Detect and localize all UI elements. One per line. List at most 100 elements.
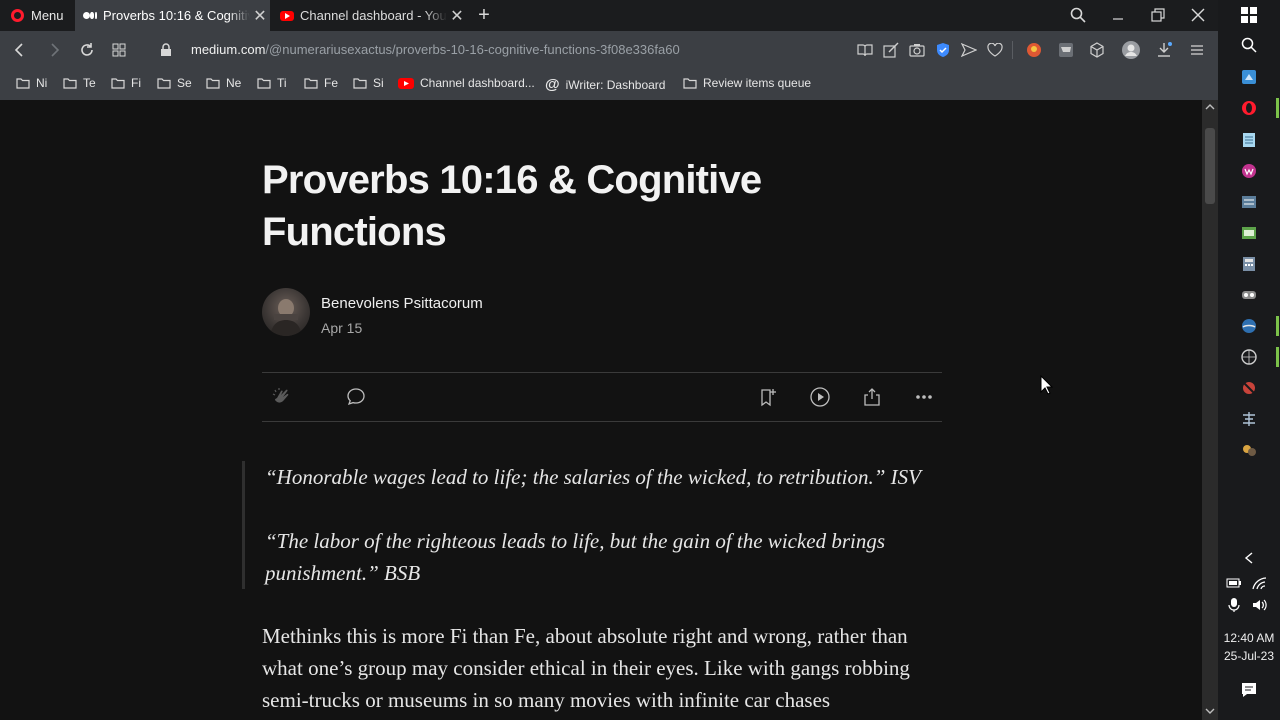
bookmark-label: Channel dashboard...: [420, 76, 535, 90]
running-app-indicator: [1276, 316, 1279, 336]
pinned-app-icon[interactable]: [1241, 287, 1257, 303]
bookmark-label: Fe: [324, 76, 339, 90]
pinned-app-icon[interactable]: [1241, 380, 1257, 396]
youtube-icon: [398, 78, 414, 89]
wifi-icon[interactable]: [1252, 575, 1268, 591]
quote-isv: “Honorable wages lead to life; the salar…: [265, 465, 921, 489]
clap-icon[interactable]: [270, 385, 294, 409]
url-field[interactable]: medium.com/@numerariusexactus/proverbs-1…: [191, 42, 680, 57]
bookmark-folder-ni[interactable]: Ni: [16, 76, 47, 90]
minimize-icon[interactable]: [1105, 3, 1131, 27]
speed-dial-grid-icon[interactable]: [107, 38, 131, 62]
volume-icon[interactable]: [1252, 597, 1268, 613]
restore-icon[interactable]: [1145, 3, 1171, 27]
snapshot-camera-icon[interactable]: [906, 39, 928, 61]
reload-icon[interactable]: [75, 38, 99, 62]
bookmark-label: Ne: [226, 76, 242, 90]
author-name-link[interactable]: Benevolens Psittacorum: [321, 295, 483, 312]
cube-extension-icon[interactable]: [1086, 39, 1108, 61]
pinned-app-icon[interactable]: [1241, 69, 1257, 85]
calculator-icon[interactable]: [1241, 256, 1257, 272]
folder-icon: [304, 78, 318, 89]
bookmark-channel-dashboard[interactable]: Channel dashboard...: [398, 76, 535, 90]
reader-mode-icon[interactable]: [854, 39, 876, 61]
tab-channel-dashboard[interactable]: Channel dashboard - YouTube Studio ✕: [272, 0, 467, 31]
scripture-blockquote: “Honorable wages lead to life; the salar…: [242, 461, 955, 589]
windows-start-icon[interactable]: [1241, 7, 1257, 23]
pinned-app-icon[interactable]: [1241, 349, 1257, 365]
pinned-app-icon[interactable]: [1241, 442, 1257, 458]
close-tab-icon[interactable]: ✕: [250, 6, 270, 26]
close-window-icon[interactable]: [1185, 3, 1211, 27]
bookmark-folder-se[interactable]: Se: [157, 76, 192, 90]
tab-proverbs-article[interactable]: Proverbs 10:16 & Cognitive Functions ✕: [75, 0, 270, 31]
bookmark-folder-fe[interactable]: Fe: [304, 76, 338, 90]
opera-logo-icon: [11, 9, 24, 22]
pinned-app-icon[interactable]: [1241, 318, 1257, 334]
notifications-icon[interactable]: [1241, 682, 1257, 698]
mouse-cursor-icon: [1040, 374, 1054, 400]
scrollbar-thumb[interactable]: [1205, 128, 1215, 204]
bookmark-iwriter-dashboard[interactable]: @ iWriter: Dashboard: [545, 76, 665, 93]
article-paragraph: Methinks this is more Fi than Fe, about …: [262, 624, 910, 712]
share-edit-icon[interactable]: [880, 39, 902, 61]
bookmark-folder-fi[interactable]: Fi: [111, 76, 141, 90]
send-icon[interactable]: [958, 39, 980, 61]
opera-browser-icon[interactable]: [1241, 100, 1257, 116]
easy-setup-menu-icon[interactable]: [1186, 39, 1208, 61]
close-tab-icon[interactable]: ✕: [447, 6, 467, 26]
publish-date: Apr 15: [321, 320, 363, 336]
adblock-shield-icon[interactable]: [932, 39, 954, 61]
shopping-cart-extension-icon[interactable]: [1055, 39, 1077, 61]
pinned-app-icon[interactable]: [1241, 194, 1257, 210]
comment-icon[interactable]: [344, 385, 368, 409]
article-title: Proverbs 10:16 & Cognitive Functions: [262, 158, 762, 254]
search-tabs-icon[interactable]: [1065, 3, 1091, 27]
bookmark-folder-ti[interactable]: Ti: [257, 76, 287, 90]
share-icon[interactable]: [860, 385, 884, 409]
bookmark-label: Se: [177, 76, 192, 90]
page-scrollbar[interactable]: [1202, 100, 1218, 720]
search-icon[interactable]: [1241, 37, 1257, 53]
listen-play-icon[interactable]: [808, 385, 832, 409]
pinned-app-icon[interactable]: [1241, 411, 1257, 427]
microphone-icon[interactable]: [1226, 597, 1242, 613]
bookmark-folder-ne[interactable]: Ne: [206, 76, 241, 90]
folder-icon: [683, 78, 697, 89]
download-icon[interactable]: [1153, 39, 1175, 61]
running-app-indicator: [1276, 347, 1279, 367]
bookmark-label: Ni: [36, 76, 48, 90]
folder-icon: [16, 78, 30, 89]
quote-bsb: “The labor of the righteous leads to lif…: [265, 529, 886, 585]
clock-date[interactable]: 25-Jul-23: [1218, 649, 1280, 663]
bookmark-add-icon[interactable]: [756, 385, 780, 409]
youtube-icon: [280, 10, 294, 21]
bookmarks-bar: Ni Te Fi Se Ne Ti Fe Si Channel dashboar…: [0, 69, 1218, 100]
battery-icon[interactable]: [1226, 575, 1242, 591]
notepad-icon[interactable]: [1241, 132, 1257, 148]
at-icon: @: [545, 76, 560, 93]
profile-avatar-icon[interactable]: [1120, 39, 1142, 61]
url-path: /@numerariusexactus/proverbs-10-16-cogni…: [265, 42, 680, 57]
bookmark-folder-si[interactable]: Si: [353, 76, 384, 90]
more-options-icon[interactable]: [912, 385, 936, 409]
new-tab-button[interactable]: +: [474, 4, 494, 26]
lock-icon[interactable]: [154, 38, 178, 62]
article-page: Proverbs 10:16 & Cognitive Functions Ben…: [0, 100, 1202, 720]
opera-menu-button[interactable]: Menu: [0, 0, 74, 31]
show-hidden-icons-chevron-icon[interactable]: [1241, 550, 1257, 566]
bookmark-review-items-queue[interactable]: Review items queue: [683, 76, 811, 90]
scroll-down-icon: [1205, 708, 1215, 714]
author-avatar[interactable]: [262, 288, 310, 336]
back-icon[interactable]: [8, 38, 32, 62]
folder-icon: [111, 78, 125, 89]
duckduckgo-extension-icon[interactable]: [1023, 39, 1045, 61]
forward-icon[interactable]: [42, 38, 66, 62]
clock-time[interactable]: 12:40 AM: [1218, 631, 1280, 645]
pinned-app-icon[interactable]: [1241, 225, 1257, 241]
medium-icon: [83, 10, 97, 22]
bookmark-folder-te[interactable]: Te: [63, 76, 96, 90]
pinned-app-icon[interactable]: [1241, 163, 1257, 179]
article-action-bar: [262, 372, 942, 422]
heart-icon[interactable]: [984, 39, 1006, 61]
